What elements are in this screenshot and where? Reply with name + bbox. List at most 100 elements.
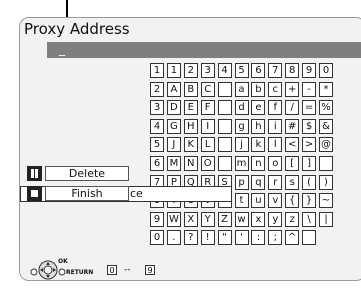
keyboard-key[interactable]: O (200, 156, 215, 171)
keyboard-key[interactable]: I (200, 118, 215, 134)
keyboard-key[interactable]: 0 (319, 63, 333, 78)
keyboard-key[interactable]: E (183, 100, 198, 116)
row-number-key[interactable]: 0 (150, 230, 164, 246)
keyboard-key[interactable]: \ (302, 211, 317, 227)
keyboard-key[interactable]: @ (319, 137, 333, 153)
keyboard-key[interactable] (217, 81, 232, 97)
keyboard-key[interactable]: v (268, 193, 283, 209)
keyboard-key[interactable]: n (251, 156, 266, 171)
keyboard-key[interactable]: } (302, 193, 317, 209)
keyboard-key[interactable]: o (268, 156, 283, 171)
keyboard-key[interactable]: q (251, 174, 266, 190)
keyboard-key[interactable]: J (166, 137, 181, 153)
keyboard-key[interactable]: t (234, 193, 249, 209)
keyboard-key[interactable]: ~ (319, 193, 333, 209)
keyboard-key[interactable]: x (251, 211, 266, 227)
keyboard-key[interactable]: 4 (217, 63, 232, 78)
keyboard-key[interactable]: H (183, 118, 198, 134)
keyboard-key[interactable] (217, 118, 232, 134)
keyboard-key[interactable]: 2 (183, 63, 198, 78)
keyboard-key[interactable]: 7 (268, 63, 283, 78)
keyboard-key[interactable]: Y (200, 211, 215, 227)
delete-button[interactable]: Delete (45, 166, 129, 181)
keyboard-key[interactable]: 6 (251, 63, 266, 78)
keyboard-key[interactable]: m (234, 156, 249, 171)
finish-button[interactable]: Finish (45, 186, 129, 201)
keyboard-key[interactable]: # (285, 118, 300, 134)
row-number-key[interactable]: 5 (150, 137, 164, 153)
keyboard-key[interactable]: < (285, 137, 300, 153)
keyboard-key[interactable]: ! (200, 230, 215, 246)
keyboard-key[interactable]: C (200, 81, 215, 97)
keyboard-key[interactable]: ; (268, 230, 283, 246)
address-input[interactable]: _ (47, 42, 361, 58)
keyboard-key[interactable]: + (285, 81, 300, 97)
keyboard-key[interactable]: u (251, 193, 266, 209)
keyboard-key[interactable]: ( (302, 174, 317, 190)
keyboard-key[interactable]: a (234, 81, 249, 97)
keyboard-key[interactable]: ? (183, 230, 198, 246)
row-number-key[interactable]: 4 (150, 118, 164, 134)
keyboard-key[interactable]: { (285, 193, 300, 209)
keyboard-key[interactable]: : (251, 230, 266, 246)
keyboard-key[interactable]: d (234, 100, 249, 116)
keyboard-key[interactable]: c (268, 81, 283, 97)
keyboard-key[interactable]: p (234, 174, 249, 190)
keyboard-key[interactable]: w (234, 211, 249, 227)
keyboard-key[interactable]: k (251, 137, 266, 153)
keyboard-key[interactable]: 5 (234, 63, 249, 78)
keyboard-key[interactable] (319, 156, 333, 171)
keyboard-key[interactable]: z (285, 211, 300, 227)
keyboard-key[interactable]: b (251, 81, 266, 97)
keyboard-key[interactable]: / (285, 100, 300, 116)
keyboard-key[interactable]: & (319, 118, 333, 134)
keyboard-key[interactable]: 8 (285, 63, 300, 78)
keyboard-key[interactable]: j (234, 137, 249, 153)
keyboard-key[interactable]: f (268, 100, 283, 116)
keyboard-key[interactable]: 9 (302, 63, 317, 78)
keyboard-key[interactable] (217, 156, 232, 171)
keyboard-key[interactable]: B (183, 81, 198, 97)
keyboard-key[interactable]: K (183, 137, 198, 153)
keyboard-key[interactable]: Z (217, 211, 232, 227)
keyboard-key[interactable]: % (319, 100, 333, 116)
keyboard-key[interactable]: 3 (200, 63, 215, 78)
keyboard-key[interactable]: W (166, 211, 181, 227)
keyboard-key[interactable]: ' (234, 230, 249, 246)
keyboard-key[interactable]: y (268, 211, 283, 227)
keyboard-key[interactable]: " (217, 230, 232, 246)
row-number-key[interactable]: 2 (150, 81, 164, 97)
keyboard-key[interactable]: A (166, 81, 181, 97)
keyboard-key[interactable]: s (285, 174, 300, 190)
row-number-key[interactable]: 3 (150, 100, 164, 116)
keyboard-key[interactable] (217, 137, 232, 153)
keyboard-key[interactable]: r (268, 174, 283, 190)
keyboard-key[interactable]: > (302, 137, 317, 153)
keyboard-key[interactable]: M (166, 156, 181, 171)
row-number-key[interactable]: 9 (150, 211, 164, 227)
keyboard-key[interactable]: ] (302, 156, 317, 171)
keyboard-key[interactable]: L (200, 137, 215, 153)
keyboard-key[interactable]: = (302, 100, 317, 116)
keyboard-key[interactable]: h (251, 118, 266, 134)
keyboard-key[interactable]: ^ (285, 230, 300, 246)
keyboard-key[interactable]: g (234, 118, 249, 134)
keyboard-key[interactable]: N (183, 156, 198, 171)
keyboard-key[interactable]: F (200, 100, 215, 116)
keyboard-key[interactable] (217, 100, 232, 116)
keyboard-key[interactable]: 1 (166, 63, 181, 78)
row-number-key[interactable]: 6 (150, 156, 164, 171)
keyboard-key[interactable]: $ (302, 118, 317, 134)
row-number-key[interactable]: 1 (150, 63, 164, 78)
keyboard-key[interactable]: X (183, 211, 198, 227)
delete-action[interactable]: Delete (27, 166, 131, 183)
keyboard-key[interactable]: * (319, 81, 333, 97)
finish-action[interactable]: Finish (27, 186, 131, 203)
keyboard-key[interactable]: [ (285, 156, 300, 171)
keyboard-key[interactable]: | (319, 211, 333, 227)
keyboard-key[interactable]: i (268, 118, 283, 134)
keyboard-key[interactable]: D (166, 100, 181, 116)
keyboard-key[interactable]: l (268, 137, 283, 153)
keyboard-key[interactable]: ) (319, 174, 333, 190)
keyboard-key[interactable]: G (166, 118, 181, 134)
